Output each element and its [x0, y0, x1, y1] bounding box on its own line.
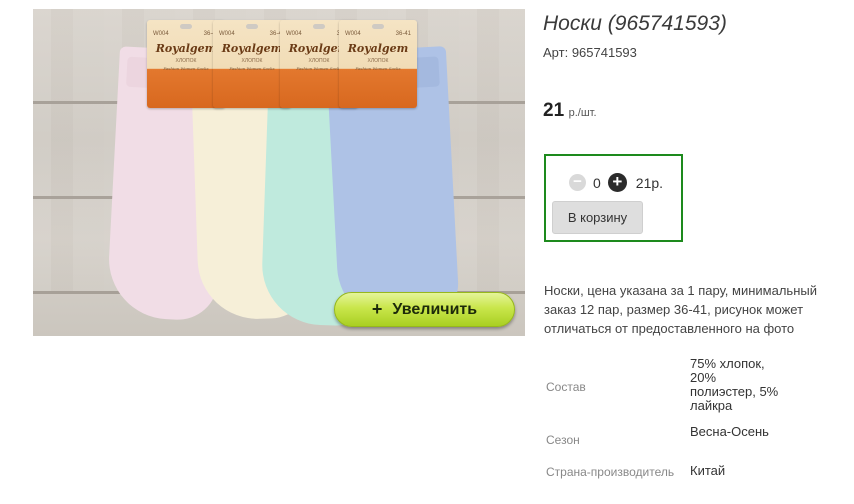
- zoom-button-label: Увеличить: [392, 300, 478, 318]
- product-title: Носки (965741593): [543, 12, 727, 35]
- property-key: Страна-производитель: [546, 465, 675, 479]
- tag-desc: Fashion Women Socks: [355, 66, 401, 71]
- product-description: Носки, цена указана за 1 пару, минимальн…: [544, 283, 817, 336]
- tag-code: W004: [219, 31, 235, 37]
- tag-size: 36-41: [395, 31, 411, 37]
- sku-label: Арт:: [543, 45, 569, 60]
- tag-code: W004: [153, 31, 169, 37]
- tag-code: W004: [286, 31, 302, 37]
- tag-code: W004: [345, 31, 361, 37]
- tag-material: ХЛОПОК: [367, 58, 389, 64]
- quantity-stepper: − 0 + 21р.: [569, 173, 663, 192]
- property-value: 75% хлопок, 20% полиэстер, 5% лайкра: [690, 356, 779, 413]
- product-tag: W004 36-41 Royalgem ХЛОПОК Fashion Women…: [339, 20, 417, 108]
- tag-brand: Royalgem: [347, 42, 409, 55]
- quantity-value: 0: [593, 174, 601, 191]
- add-to-cart-panel: − 0 + 21р. В корзину: [544, 154, 683, 242]
- property-value: Весна-Осень: [690, 424, 769, 439]
- price-unit: р./шт.: [568, 107, 597, 119]
- plus-icon: +: [371, 299, 383, 319]
- price-value: 21: [543, 100, 565, 121]
- property-key: Сезон: [546, 433, 580, 447]
- plus-circle-icon[interactable]: +: [607, 173, 627, 192]
- zoom-button[interactable]: + Увеличить: [334, 292, 515, 327]
- product-price: 21 р./шт.: [543, 100, 597, 122]
- product-sku: Арт: 965741593: [543, 45, 637, 60]
- property-key: Состав: [546, 380, 586, 394]
- line-total: 21р.: [635, 174, 664, 191]
- minus-circle-icon[interactable]: −: [569, 174, 586, 191]
- add-to-cart-button[interactable]: В корзину: [552, 201, 643, 234]
- property-value: Китай: [690, 463, 726, 478]
- product-image[interactable]: W004 36-41 Royalgem ХЛОПОК Fashion Women…: [33, 9, 525, 336]
- sku-value: 965741593: [571, 45, 637, 60]
